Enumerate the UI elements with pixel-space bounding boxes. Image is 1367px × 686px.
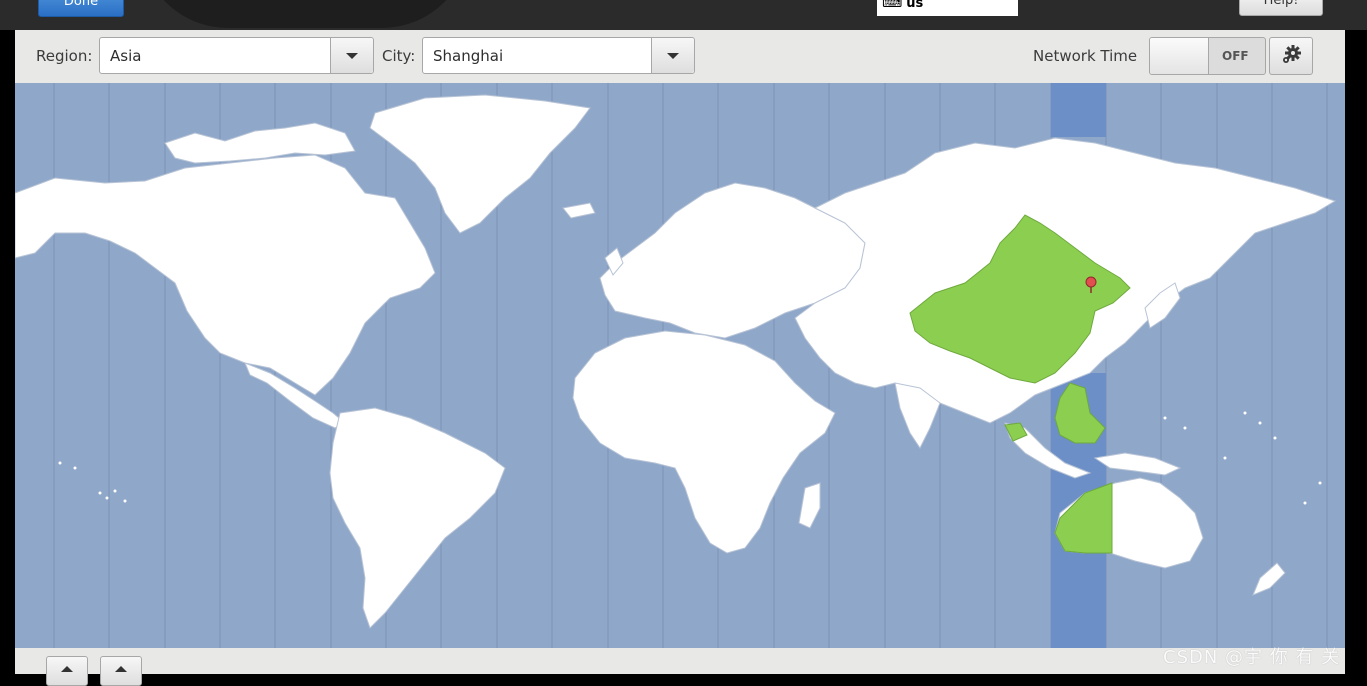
done-button[interactable]: Done <box>38 0 124 17</box>
top-header: Done ⌨ us Help! <box>0 0 1367 30</box>
keyboard-layout-label: us <box>906 0 924 11</box>
timezone-map[interactable] <box>15 83 1345 648</box>
chevron-up-icon <box>61 666 73 672</box>
network-time-label: Network Time <box>1033 47 1138 65</box>
keyboard-icon: ⌨ <box>882 0 903 11</box>
chevron-down-icon <box>346 53 358 59</box>
city-label: City: <box>382 47 416 65</box>
ntp-settings-button[interactable] <box>1269 37 1313 75</box>
region-combobox[interactable]: Asia <box>99 37 374 74</box>
watermark: CSDN @宇 你 有 关 <box>1163 647 1341 668</box>
network-time-switch[interactable]: OFF <box>1149 37 1266 75</box>
city-dropdown-button[interactable] <box>651 38 694 73</box>
region-label: Region: <box>36 47 93 65</box>
chevron-down-icon <box>667 53 679 59</box>
keyboard-layout-indicator[interactable]: ⌨ us <box>877 0 1018 16</box>
timezone-toolbar: Region: Asia City: Shanghai Network Time… <box>15 30 1345 83</box>
city-value: Shanghai <box>433 47 504 65</box>
help-button[interactable]: Help! <box>1239 0 1323 16</box>
header-title-area <box>140 0 470 28</box>
switch-state-label: OFF <box>1222 49 1249 63</box>
region-dropdown-button[interactable] <box>330 38 373 73</box>
region-value: Asia <box>110 47 142 65</box>
bottom-bar <box>15 648 1345 686</box>
minute-up-button[interactable] <box>100 656 142 686</box>
date-time-spoke: Region: Asia City: Shanghai Network Time… <box>15 30 1345 686</box>
switch-knob[interactable] <box>1150 38 1209 74</box>
chevron-up-icon <box>115 666 127 672</box>
gear-icon <box>1283 45 1301 63</box>
hour-up-button[interactable] <box>46 656 88 686</box>
city-combobox[interactable]: Shanghai <box>422 37 695 74</box>
